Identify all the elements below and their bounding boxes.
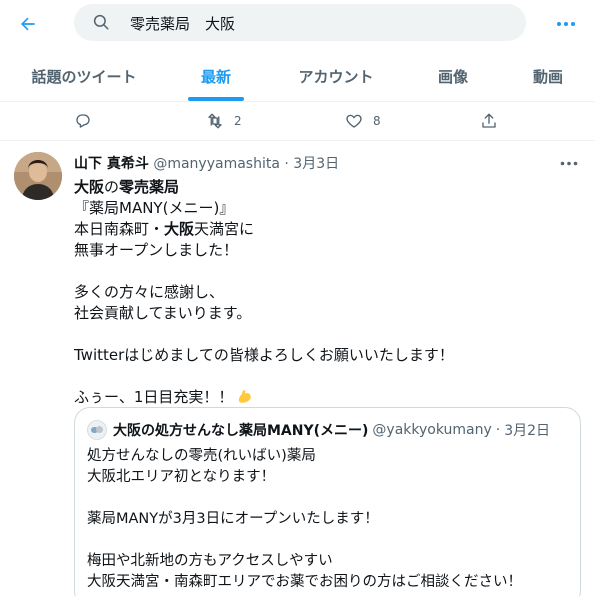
active-tab-indicator	[188, 97, 244, 101]
quote-date[interactable]: 3月2日	[504, 420, 550, 440]
separator-dot: ·	[495, 422, 501, 438]
text-line: 大阪天満宮・南森町エリアでお薬でお困りの方はご相談ください！	[87, 574, 522, 590]
like-button[interactable]: 8	[345, 109, 381, 133]
author-name[interactable]: 山下 真希斗	[74, 156, 149, 172]
back-button[interactable]	[14, 10, 42, 38]
share-icon	[482, 113, 496, 128]
retweet-count: 2	[234, 114, 242, 128]
text-line: 梅田や北新地の方もアクセスしやすい	[87, 553, 333, 569]
tweet-date[interactable]: 3月3日	[293, 156, 339, 172]
tweet-more-button[interactable]	[556, 153, 582, 173]
search-query: 零売薬局 大阪	[130, 15, 236, 33]
retweet-icon	[208, 113, 222, 129]
tab-videos[interactable]: 動画	[510, 50, 586, 102]
text-span: の	[104, 178, 120, 196]
text-line: 多くの方々に感謝し、	[74, 283, 225, 301]
reply-button[interactable]	[74, 109, 92, 133]
text-span: 天満宮に	[194, 220, 255, 238]
tweet-text: 大阪の零売薬局 『薬局MANY(メニー)』 本日南森町・大阪天満宮に 無事オープ…	[74, 177, 579, 408]
text-line: 薬局MANYが3月3日にオープンいたします！	[87, 511, 379, 527]
text-line: Twitterはじめましての皆様よろしくお願いいたします！	[74, 346, 454, 364]
text-line: 社会貢献してまいります。	[74, 304, 252, 322]
text-line: 本日南森町・大阪天満宮に	[74, 219, 579, 240]
author-handle[interactable]: @manyyamashita	[153, 156, 280, 172]
share-button[interactable]	[480, 109, 498, 133]
quote-author-handle[interactable]: @yakkyokumany	[372, 422, 491, 438]
search-icon	[93, 14, 109, 30]
quote-author-name[interactable]: 大阪の処方せんなし薬局MANY(メニー)	[113, 420, 368, 440]
flexed-biceps-icon	[239, 390, 252, 403]
prev-tweet-actions: 2 8	[0, 103, 595, 141]
text-span: ふぅー、1日目充実！！	[74, 388, 234, 406]
arrow-left-icon	[21, 17, 35, 31]
text-line: 大阪北エリア初となります！	[87, 469, 276, 485]
top-bar: 零売薬局 大阪	[0, 0, 595, 48]
search-input[interactable]: 零売薬局 大阪	[74, 4, 526, 41]
tab-accounts[interactable]: アカウント	[280, 50, 392, 102]
quote-text: 処方せんなしの零売(れいばい)薬局 大阪北エリア初となります！ 薬局MANYが3…	[87, 446, 575, 593]
tweet-header: 山下 真希斗 @manyyamashita · 3月3日	[74, 153, 339, 173]
highlight: 大阪	[74, 178, 105, 196]
tab-photos[interactable]: 画像	[416, 50, 490, 102]
like-count: 8	[373, 114, 381, 128]
tab-latest[interactable]: 最新	[176, 50, 256, 102]
search-tabs: 話題のツイート 最新 アカウント 画像 動画	[0, 50, 595, 102]
avatar-portrait	[14, 152, 62, 200]
text-line: ふぅー、1日目充実！！	[74, 387, 579, 408]
quoted-tweet[interactable]: 大阪の処方せんなし薬局MANY(メニー) @yakkyokumany · 3月2…	[74, 407, 581, 596]
reply-icon	[76, 114, 90, 128]
heart-icon	[346, 114, 362, 128]
highlight: 大阪	[164, 220, 195, 238]
text-line: 『薬局MANY(メニー)』	[74, 199, 235, 217]
more-options-button[interactable]	[552, 10, 580, 38]
quote-avatar-icon[interactable]	[87, 420, 107, 440]
more-dots-icon	[557, 22, 575, 26]
tab-top[interactable]: 話題のツイート	[10, 50, 158, 102]
retweet-button[interactable]: 2	[206, 109, 242, 133]
tweet[interactable]: 山下 真希斗 @manyyamashita · 3月3日 大阪の零売薬局 『薬局…	[0, 141, 595, 596]
separator-dot: ·	[284, 156, 289, 172]
text-span: 本日南森町・	[74, 220, 165, 238]
text-line: 処方せんなしの零売(れいばい)薬局	[87, 448, 316, 464]
more-dots-icon	[560, 161, 578, 165]
highlight: 零売薬局	[119, 178, 180, 196]
avatar[interactable]	[14, 152, 62, 200]
text-line: 大阪の零売薬局	[74, 177, 579, 198]
text-line: 無事オープンしました！	[74, 241, 239, 259]
quote-header: 大阪の処方せんなし薬局MANY(メニー) @yakkyokumany · 3月2…	[87, 420, 550, 440]
